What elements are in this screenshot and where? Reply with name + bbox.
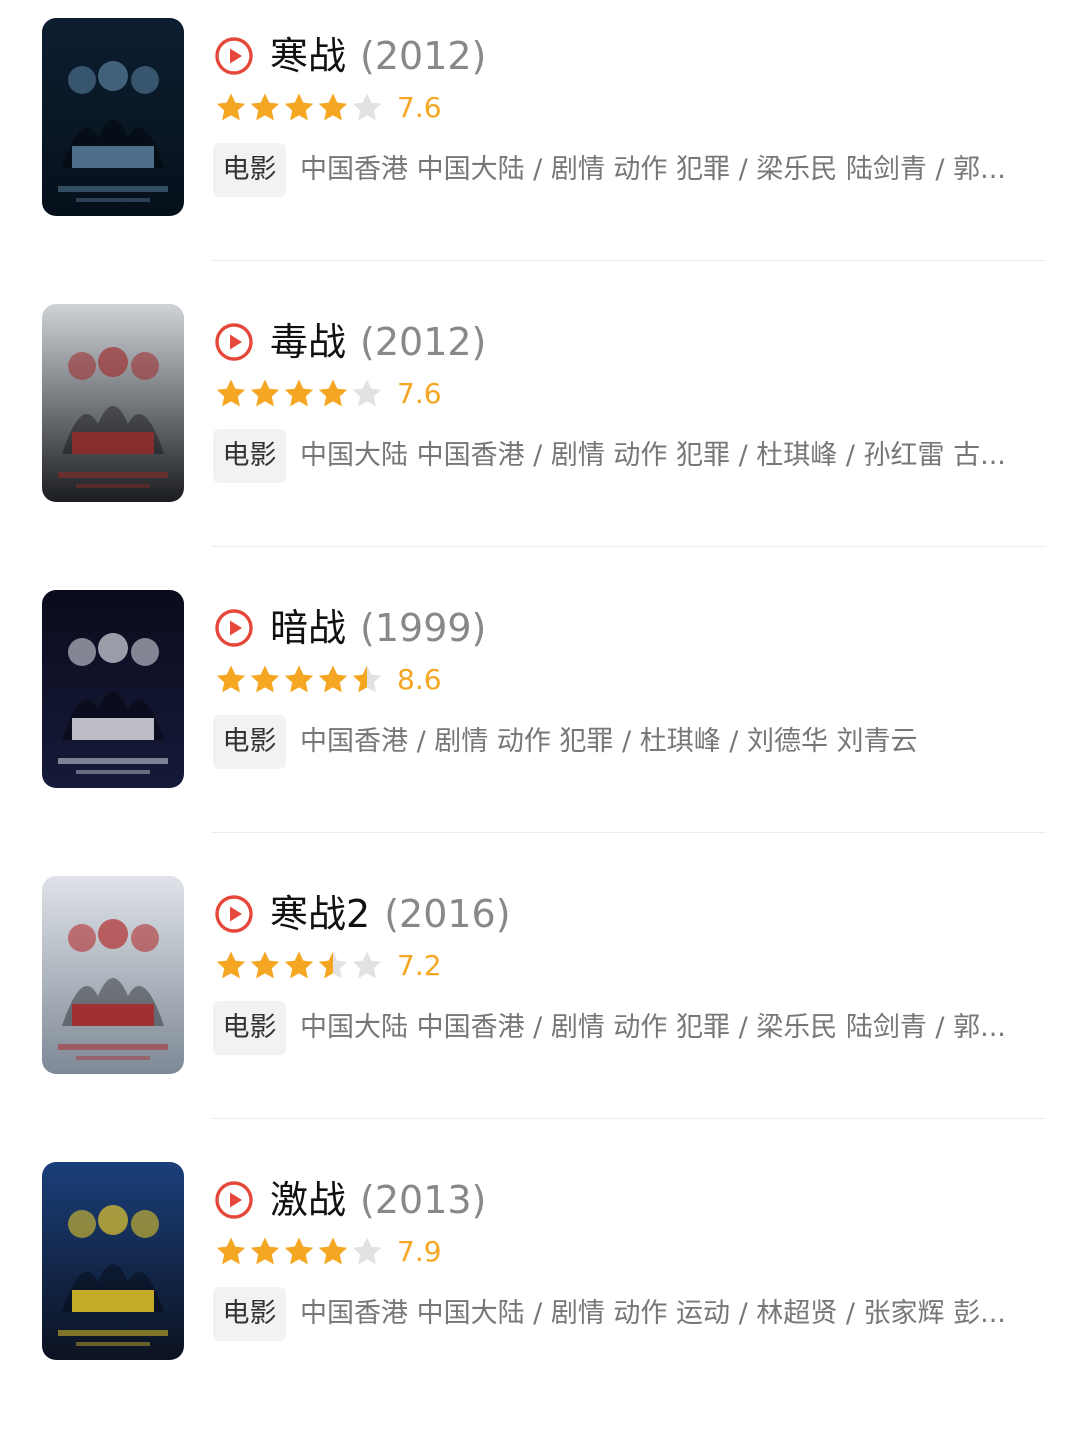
movie-title-text[interactable]: 毒战 [270,320,346,364]
movie-item[interactable]: 暗战 (1999) 8.6 电影 中国香港 / 剧情 动作 犯罪 / 杜琪峰 / … [0,572,1080,858]
star-icon [284,951,314,979]
star-rating [214,949,384,983]
movie-result-list: 寒战 (2012) 7.6 电影 中国香港 中国大陆 / 剧情 动作 犯罪 / 梁… [0,0,1080,1391]
star-icon [318,951,348,979]
star-rating [214,91,384,125]
star-icon [352,93,382,121]
poster-image [42,590,184,788]
star-icon [318,93,348,121]
divider [212,260,1046,261]
movie-year: (2012) [360,320,487,364]
movie-title-text[interactable]: 暗战 [270,606,346,650]
movie-poster[interactable] [42,590,184,788]
rating-score: 7.6 [397,91,442,124]
star-icon [250,379,280,407]
type-badge: 电影 [213,429,286,483]
movie-title-text[interactable]: 激战 [270,1178,346,1222]
rating-score: 7.2 [397,949,442,982]
play-circle-icon[interactable] [214,894,254,934]
movie-poster[interactable] [42,18,184,216]
star-icon [284,1237,314,1265]
type-badge: 电影 [213,1287,286,1341]
star-icon [318,379,348,407]
movie-poster[interactable] [42,1162,184,1360]
type-badge: 电影 [213,1001,286,1055]
rating-score: 8.6 [397,663,442,696]
rating-score: 7.6 [397,377,442,410]
star-icon [216,379,246,407]
movie-poster[interactable] [42,876,184,1074]
play-circle-icon[interactable] [214,322,254,362]
movie-meta: 中国大陆 中国香港 / 剧情 动作 犯罪 / 梁乐民 陆剑青 / 郭... [300,1012,1006,1043]
movie-poster[interactable] [42,304,184,502]
movie-year: (2016) [384,892,511,936]
movie-item[interactable]: 毒战 (2012) 7.6 电影 中国大陆 中国香港 / 剧情 动作 犯罪 / 杜… [0,286,1080,572]
star-icon [250,951,280,979]
poster-image [42,18,184,216]
play-circle-icon[interactable] [214,1180,254,1220]
star-icon [352,951,382,979]
movie-year: (1999) [360,606,487,650]
star-icon [318,1237,348,1265]
movie-title-text[interactable]: 寒战 [270,34,346,78]
divider [212,1118,1046,1119]
movie-title-text[interactable]: 寒战2 [270,892,370,936]
star-icon [216,665,246,693]
star-icon [352,1237,382,1265]
star-icon [284,93,314,121]
star-icon [318,665,348,693]
poster-image [42,1162,184,1360]
star-icon [284,379,314,407]
movie-title[interactable]: 寒战2 (2016) [270,888,511,940]
star-icon [250,93,280,121]
star-icon [216,93,246,121]
movie-meta: 中国香港 中国大陆 / 剧情 动作 犯罪 / 梁乐民 陆剑青 / 郭... [300,154,1006,185]
star-icon [250,665,280,693]
type-badge: 电影 [213,143,286,197]
divider [212,546,1046,547]
movie-meta: 中国香港 中国大陆 / 剧情 动作 运动 / 林超贤 / 张家辉 彭... [300,1298,1006,1329]
play-circle-icon[interactable] [214,36,254,76]
type-badge: 电影 [213,715,286,769]
divider [212,832,1046,833]
movie-meta: 中国大陆 中国香港 / 剧情 动作 犯罪 / 杜琪峰 / 孙红雷 古... [300,440,1006,471]
star-rating [214,377,384,411]
movie-title[interactable]: 激战 (2013) [270,1174,486,1226]
rating-score: 7.9 [397,1235,442,1268]
movie-year: (2013) [360,1178,487,1222]
star-rating [214,663,384,697]
movie-title[interactable]: 寒战 (2012) [270,30,486,82]
star-icon [216,1237,246,1265]
movie-title[interactable]: 暗战 (1999) [270,602,486,654]
star-icon [250,1237,280,1265]
star-icon [284,665,314,693]
poster-image [42,876,184,1074]
poster-image [42,304,184,502]
star-icon [352,665,382,693]
star-icon [216,951,246,979]
star-icon [352,379,382,407]
play-circle-icon[interactable] [214,608,254,648]
movie-title[interactable]: 毒战 (2012) [270,316,486,368]
movie-item[interactable]: 寒战 (2012) 7.6 电影 中国香港 中国大陆 / 剧情 动作 犯罪 / 梁… [0,0,1080,286]
movie-item[interactable]: 激战 (2013) 7.9 电影 中国香港 中国大陆 / 剧情 动作 运动 / 林… [0,1144,1080,1430]
movie-meta: 中国香港 / 剧情 动作 犯罪 / 杜琪峰 / 刘德华 刘青云 [300,726,918,757]
movie-year: (2012) [360,34,487,78]
movie-item[interactable]: 寒战2 (2016) 7.2 电影 中国大陆 中国香港 / 剧情 动作 犯罪 / … [0,858,1080,1144]
star-rating [214,1235,384,1269]
